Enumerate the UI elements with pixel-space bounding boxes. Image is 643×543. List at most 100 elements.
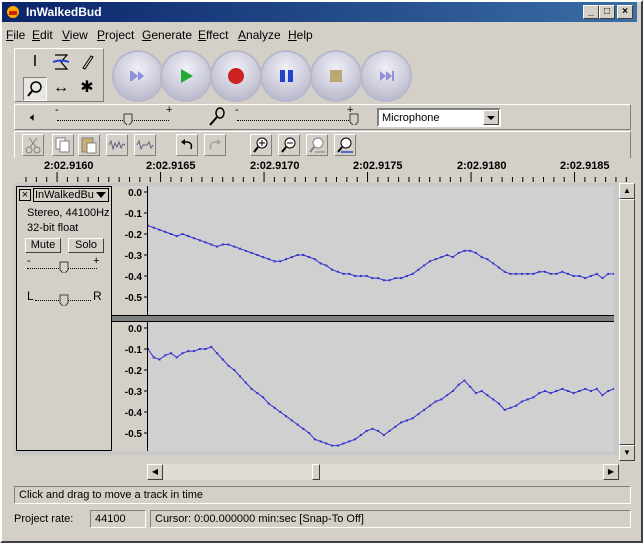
play-button[interactable] <box>160 50 212 102</box>
vertical-scrollbar[interactable]: ▲ ▼ <box>619 183 635 461</box>
title-bar[interactable]: InWalkedBud _ □ × <box>2 2 637 22</box>
sample-point <box>158 358 161 361</box>
envelope-tool-icon[interactable] <box>49 51 73 75</box>
time-shift-tool-icon[interactable]: ↔ <box>49 77 73 101</box>
menu-file[interactable]: File <box>6 28 25 42</box>
copy-button[interactable] <box>52 134 74 156</box>
zoom-tool-icon[interactable] <box>23 77 47 101</box>
track-close-button[interactable]: × <box>19 189 31 201</box>
time-ruler[interactable]: 2:02.9160 2:02.9165 2:02.9170 2:02.9175 … <box>14 158 634 182</box>
sample-point <box>279 411 282 413</box>
sample-point <box>187 235 190 238</box>
trim-button[interactable] <box>106 134 128 156</box>
menu-project[interactable]: Project <box>97 28 134 42</box>
zoom-out-icon <box>281 137 296 153</box>
sample-point <box>193 237 196 240</box>
menu-bar: File Edit View Project Generate Effect A… <box>2 24 637 44</box>
sample-point <box>164 354 167 357</box>
sample-point <box>382 279 385 282</box>
silence-button[interactable] <box>134 134 156 156</box>
scroll-up-button[interactable]: ▲ <box>619 183 635 199</box>
multi-tool-icon[interactable]: ✱ <box>75 77 99 101</box>
waveform-channel-1[interactable] <box>147 186 615 315</box>
pan-thumb[interactable] <box>59 294 69 306</box>
track-bit-depth: 32-bit float <box>27 222 79 234</box>
input-volume-thumb[interactable] <box>349 113 359 125</box>
waveform-line <box>147 346 615 447</box>
menu-view[interactable]: View <box>62 28 88 42</box>
sample-point <box>204 348 207 350</box>
sample-point <box>371 277 374 280</box>
output-volume-thumb[interactable] <box>123 113 133 125</box>
sample-point <box>613 272 615 275</box>
sample-point <box>377 277 380 280</box>
sample-point <box>480 256 483 259</box>
sample-point <box>152 356 155 359</box>
fit-project-button[interactable] <box>334 134 356 156</box>
minimize-button[interactable]: _ <box>583 5 599 19</box>
sample-point <box>457 383 460 386</box>
track-control-panel[interactable]: × InWalkedBu Stereo, 44100Hz 32-bit floa… <box>16 186 112 451</box>
zoom-in-button[interactable] <box>250 134 272 156</box>
horizontal-scroll-thumb[interactable] <box>312 464 320 480</box>
input-volume-slider[interactable] <box>237 120 349 122</box>
horizontal-scrollbar[interactable]: ◀ ▶ <box>147 464 619 480</box>
scroll-down-button[interactable]: ▼ <box>619 445 635 461</box>
sample-point <box>302 427 305 430</box>
zoom-out-button[interactable] <box>278 134 300 156</box>
sample-point <box>164 230 167 233</box>
sample-point <box>227 243 230 246</box>
stop-button[interactable] <box>310 50 362 102</box>
paste-button[interactable] <box>78 134 100 156</box>
vertical-scroll-thumb[interactable] <box>619 199 635 445</box>
paste-icon <box>81 137 97 154</box>
draw-tool-icon[interactable] <box>75 51 99 75</box>
sample-point <box>520 400 523 403</box>
ruler-label: 2:02.9185 <box>560 160 610 172</box>
selection-tool-icon[interactable]: I <box>23 51 47 75</box>
scroll-right-button[interactable]: ▶ <box>603 464 619 480</box>
menu-edit[interactable]: Edit <box>32 28 53 42</box>
dropdown-arrow-icon[interactable] <box>483 110 499 125</box>
close-window-button[interactable]: × <box>617 5 633 19</box>
sample-point <box>555 390 558 392</box>
sample-point <box>331 268 334 271</box>
cut-icon <box>25 137 41 154</box>
maximize-button[interactable]: □ <box>599 5 615 19</box>
skip-start-icon <box>130 71 144 81</box>
sample-point <box>480 390 483 392</box>
sample-point <box>250 387 253 390</box>
solo-button[interactable]: Solo <box>68 238 104 253</box>
track-name-menu[interactable]: InWalkedBu <box>33 188 109 202</box>
sample-point <box>170 352 173 355</box>
cut-button[interactable] <box>22 134 44 156</box>
menu-generate[interactable]: Generate <box>142 28 192 42</box>
record-button[interactable] <box>210 50 262 102</box>
scroll-left-button[interactable]: ◀ <box>147 464 163 480</box>
redo-button[interactable] <box>204 134 226 156</box>
sample-point <box>561 270 564 273</box>
mute-button[interactable]: Mute <box>25 238 61 253</box>
sample-point <box>147 348 149 350</box>
menu-analyze[interactable]: Analyze <box>238 28 281 42</box>
skip-to-start-button[interactable] <box>112 50 164 102</box>
sample-point <box>411 417 414 420</box>
input-source-select[interactable]: Microphone <box>377 108 501 127</box>
sample-point <box>405 275 408 277</box>
sample-point <box>216 245 219 248</box>
menu-effect[interactable]: Effect <box>198 28 228 42</box>
sample-point <box>187 350 190 353</box>
waveform-channel-2[interactable] <box>147 322 615 451</box>
undo-button[interactable] <box>176 134 198 156</box>
input-source-value: Microphone <box>382 112 440 124</box>
fit-selection-button[interactable] <box>306 134 328 156</box>
output-volume-plus: + <box>166 104 173 116</box>
output-volume-slider[interactable] <box>57 120 169 122</box>
project-rate-field[interactable]: 44100 <box>90 510 146 528</box>
gain-thumb[interactable] <box>59 261 69 273</box>
pause-button[interactable] <box>260 50 312 102</box>
pan-left-label: L <box>27 289 34 303</box>
menu-help[interactable]: Help <box>288 28 313 42</box>
skip-to-end-button[interactable] <box>360 50 412 102</box>
sample-point <box>405 419 408 422</box>
